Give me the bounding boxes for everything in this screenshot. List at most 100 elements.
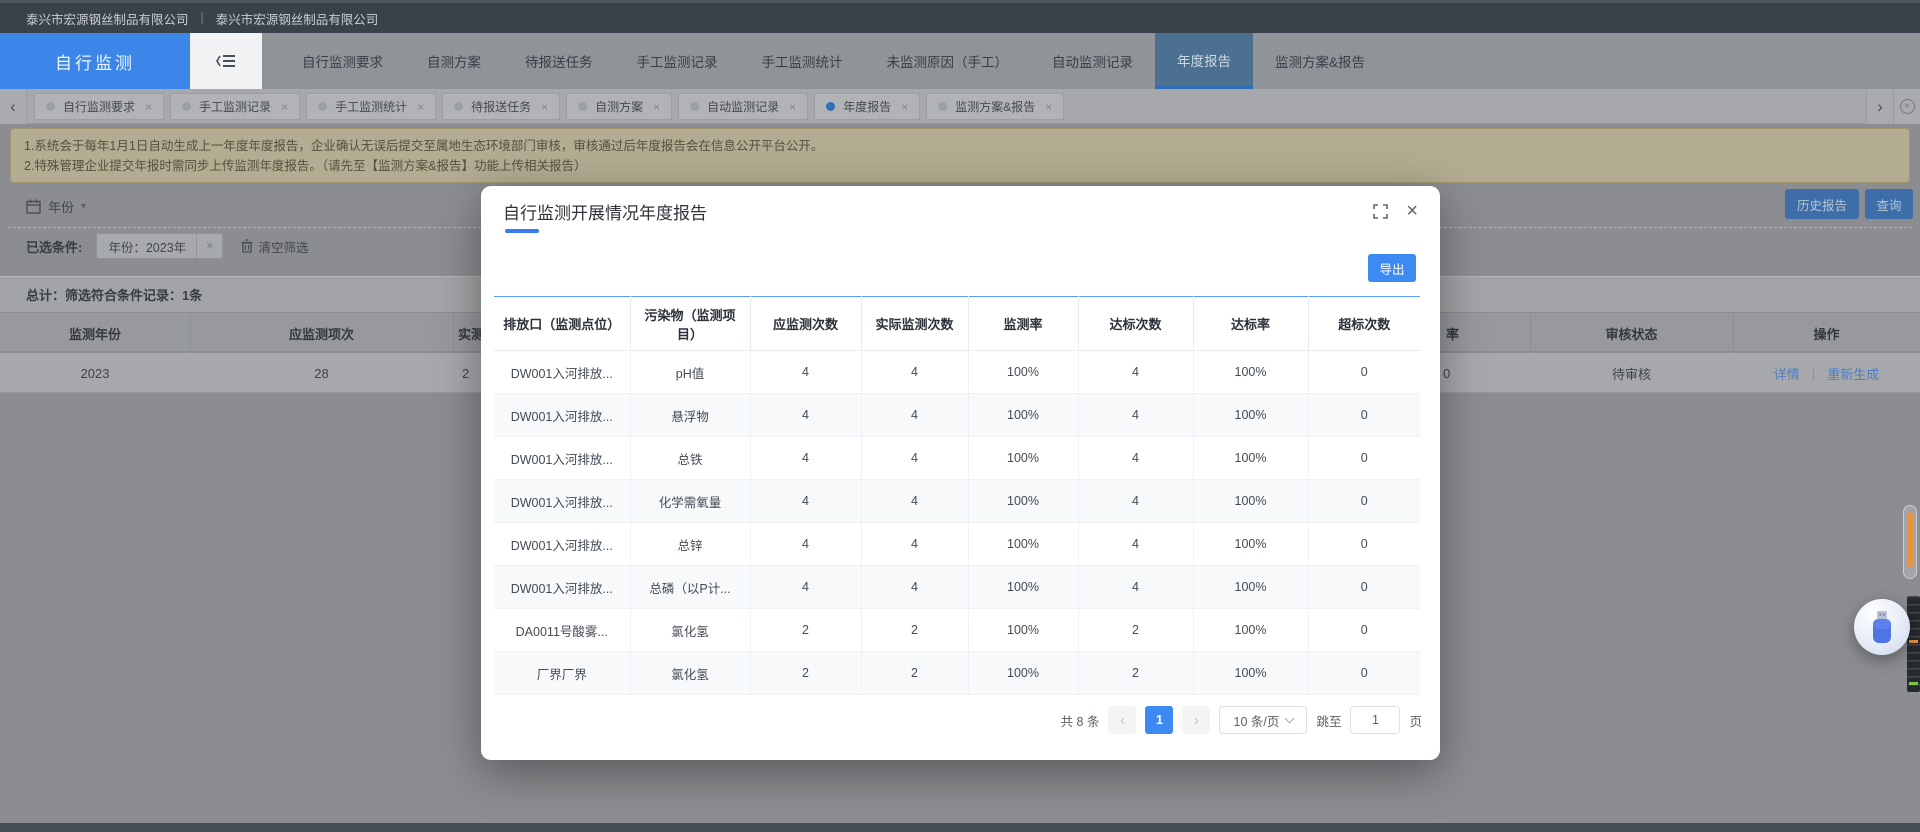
modal-table-cell: 0 (1308, 523, 1420, 566)
modal-table-cell: 4 (750, 394, 861, 437)
modal-table-cell: 0 (1308, 437, 1420, 480)
modal-table-header-cell: 实际监测次数 (861, 297, 968, 351)
history-report-button[interactable]: 历史报告 (1785, 189, 1859, 219)
modal-table-cell: 4 (1078, 351, 1193, 394)
side-ruler-strip (1907, 596, 1920, 692)
modal-table-cell: DW001入河排放... (494, 566, 630, 609)
modal-table-cell: 100% (968, 394, 1078, 437)
tab-item[interactable]: 自动监测记录× (678, 93, 808, 120)
modal-table-cell: 100% (1193, 652, 1308, 695)
modal-table-row: DW001入河排放...化学需氧量44100%4100%0 (494, 480, 1420, 523)
modal-table-cell: 0 (1308, 566, 1420, 609)
modal-table-cell: pH值 (630, 351, 750, 394)
current-page-button[interactable]: 1 (1145, 706, 1173, 734)
modal-table-header-row: 排放口（监测点位）污染物（监测项目）应监测次数实际监测次数监测率达标次数达标率超… (494, 297, 1420, 351)
tab-item[interactable]: 待报送任务× (442, 93, 560, 120)
clear-filters-button[interactable]: 清空筛选 (241, 237, 308, 256)
tab-close-icon[interactable]: × (1045, 100, 1052, 114)
page-scrollbar-thumb[interactable] (1907, 512, 1913, 568)
modal-table-cell: 4 (861, 394, 968, 437)
open-tabs-strip: ‹ 自行监测要求×手工监测记录×手工监测统计×待报送任务×自测方案×自动监测记录… (0, 89, 1920, 124)
nav-items: 自行监测要求自测方案待报送任务手工监测记录手工监测统计未监测原因（手工）自动监测… (280, 33, 1387, 89)
page-size-select[interactable]: 10 条/页 (1219, 706, 1307, 734)
tab-item[interactable]: 年度报告× (814, 93, 920, 120)
page-scrollbar-track[interactable] (1903, 505, 1917, 579)
usb-drive-icon (1869, 610, 1895, 644)
nav-item[interactable]: 自行监测要求 (280, 33, 405, 89)
nav-item[interactable]: 年度报告 (1155, 33, 1253, 89)
modal-table-cell: DW001入河排放... (494, 351, 630, 394)
app-title-button[interactable]: 自行监测 (0, 33, 190, 89)
modal-table-cell: DW001入河排放... (494, 523, 630, 566)
ruler-green-tick (1909, 682, 1918, 685)
tab-close-icon[interactable]: × (901, 100, 908, 114)
modal-table-cell: 2 (750, 652, 861, 695)
modal-table-cell: 4 (861, 480, 968, 523)
tab-close-icon[interactable]: × (653, 100, 660, 114)
year-filter-dropdown[interactable]: 年份 ▾ (26, 197, 86, 216)
tab-item[interactable]: 自行监测要求× (34, 93, 164, 120)
tab-item[interactable]: 监测方案&报告× (926, 93, 1064, 120)
tab-close-icon[interactable]: × (541, 100, 548, 114)
tab-status-dot-icon (454, 102, 463, 111)
tab-close-icon[interactable]: × (145, 100, 152, 114)
modal-close-button[interactable]: × (1406, 201, 1418, 221)
tabs-scroll-left-button[interactable]: ‹ (0, 89, 27, 124)
export-button[interactable]: 导出 (1368, 254, 1416, 282)
nav-item[interactable]: 待报送任务 (503, 33, 615, 89)
nav-item[interactable]: 未监测原因（手工） (865, 33, 1031, 89)
query-button[interactable]: 查询 (1865, 189, 1913, 219)
modal-table-cell: 100% (968, 566, 1078, 609)
company-name-primary: 泰兴市宏源钢丝制品有限公司 (26, 9, 189, 28)
remove-tag-icon[interactable]: × (196, 234, 222, 258)
detail-link[interactable]: 详情 (1774, 364, 1800, 383)
tab-close-icon[interactable]: × (417, 100, 424, 114)
tab-label: 自测方案 (595, 98, 643, 115)
tab-item[interactable]: 自测方案 × (566, 93, 672, 120)
modal-table-row: DA0011号酸雾...氯化氢22100%2100%0 (494, 609, 1420, 652)
bg-header-rate: 率 (1446, 313, 1476, 353)
usb-device-floating-button[interactable] (1854, 599, 1910, 655)
modal-table-cell: 氯化氢 (630, 609, 750, 652)
nav-item[interactable]: 监测方案&报告 (1253, 33, 1387, 89)
modal-table-cell: 100% (1193, 480, 1308, 523)
regenerate-link[interactable]: 重新生成 (1827, 364, 1879, 383)
modal-table-cell: 4 (1078, 480, 1193, 523)
prev-page-button[interactable]: ‹ (1108, 706, 1136, 734)
jump-to-page-input[interactable] (1350, 706, 1400, 734)
sidebar-collapse-button[interactable] (190, 33, 262, 89)
next-page-button[interactable]: › (1182, 706, 1210, 734)
top-company-bar: 泰兴市宏源钢丝制品有限公司 | 泰兴市宏源钢丝制品有限公司 (0, 0, 1920, 33)
nav-item[interactable]: 自测方案 (405, 33, 503, 89)
modal-table-cell: 4 (1078, 394, 1193, 437)
tabs-scroll-right-button[interactable]: › (1866, 89, 1893, 124)
modal-table-cell: 总锌 (630, 523, 750, 566)
nav-item[interactable]: 手工监测记录 (615, 33, 740, 89)
annual-report-notice: 1.系统会于每年1月1日自动生成上一年度年度报告，企业确认无误后提交至属地生态环… (10, 128, 1910, 183)
tab-status-dot-icon (46, 102, 55, 111)
ruler-orange-tick (1909, 640, 1918, 643)
tab-list: 自行监测要求×手工监测记录×手工监测统计×待报送任务×自测方案×自动监测记录×年… (34, 93, 1064, 120)
modal-table-cell: 100% (968, 523, 1078, 566)
trash-icon (241, 239, 253, 253)
tab-item[interactable]: 手工监测记录× (170, 93, 300, 120)
tab-close-icon[interactable]: × (789, 100, 796, 114)
nav-item[interactable]: 手工监测统计 (740, 33, 865, 89)
company-separator: | (201, 11, 204, 25)
tab-label: 手工监测统计 (335, 98, 407, 115)
fullscreen-button[interactable] (1373, 204, 1388, 219)
tab-close-icon[interactable]: × (281, 100, 288, 114)
modal-table-cell: 4 (1078, 566, 1193, 609)
tabs-close-all-button[interactable]: × (1893, 89, 1920, 124)
modal-table-cell: 4 (861, 523, 968, 566)
tab-item[interactable]: 手工监测统计 × (306, 93, 436, 120)
nav-item[interactable]: 自动监测记录 (1030, 33, 1155, 89)
modal-table-row: DW001入河排放...总铁44100%4100%0 (494, 437, 1420, 480)
collapse-menu-icon (216, 53, 236, 69)
modal-table-cell: 100% (968, 351, 1078, 394)
modal-table-cell: DA0011号酸雾... (494, 609, 630, 652)
notice-line-1: 1.系统会于每年1月1日自动生成上一年度年度报告，企业确认无误后提交至属地生态环… (24, 136, 1896, 156)
modal-table-cell: 2 (861, 609, 968, 652)
modal-table-cell: 2 (1078, 609, 1193, 652)
modal-table-cell: 4 (750, 437, 861, 480)
